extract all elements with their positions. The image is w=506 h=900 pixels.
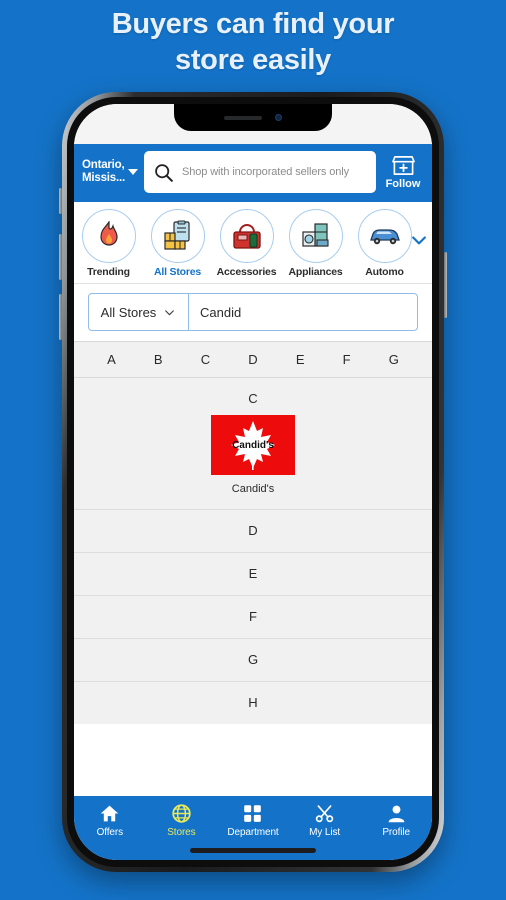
tab-label: Department bbox=[227, 827, 279, 838]
tab-profile[interactable]: Profile bbox=[363, 803, 429, 838]
filter-row: All Stores Candid bbox=[74, 284, 432, 341]
category-icon-circle bbox=[150, 209, 205, 263]
phone-mockup: Ontario, Missis... Shop with incorporate… bbox=[59, 92, 447, 872]
car-icon bbox=[369, 229, 400, 245]
category-icon-circle bbox=[219, 209, 274, 263]
section-letter: H bbox=[248, 695, 258, 710]
store-section-d: D bbox=[74, 510, 432, 553]
tab-stores[interactable]: Stores bbox=[148, 803, 214, 838]
store-filter-group: All Stores Candid bbox=[88, 293, 418, 331]
category-strip[interactable]: Trending All Stores Accessories Applianc… bbox=[74, 202, 432, 284]
tab-label: Profile bbox=[382, 827, 410, 838]
front-camera-icon bbox=[275, 114, 282, 121]
chevron-down-icon bbox=[127, 169, 138, 175]
category-item-appliances[interactable]: Appliances bbox=[281, 209, 350, 278]
phone-notch bbox=[174, 104, 332, 131]
store-search-input[interactable]: Candid bbox=[189, 294, 417, 330]
follow-label: Follow bbox=[385, 178, 421, 190]
search-placeholder-text: Shop with incorporated sellers only bbox=[181, 166, 350, 178]
location-selector[interactable]: Ontario, Missis... bbox=[82, 159, 138, 185]
section-letter: F bbox=[249, 609, 257, 624]
alphabet-letter-f[interactable]: F bbox=[343, 352, 351, 367]
flame-icon bbox=[99, 221, 118, 246]
alphabet-letter-g[interactable]: G bbox=[389, 352, 399, 367]
section-letter: C bbox=[248, 391, 258, 406]
store-section-g: G bbox=[74, 639, 432, 682]
store-logo: Candid's bbox=[211, 415, 295, 475]
category-item-trending[interactable]: Trending bbox=[74, 209, 143, 278]
category-label: Trending bbox=[87, 266, 130, 278]
location-label-line1: Ontario, bbox=[82, 159, 125, 171]
category-icon-circle bbox=[288, 209, 343, 263]
grid-icon bbox=[244, 805, 262, 822]
category-item-all-stores[interactable]: All Stores bbox=[143, 209, 212, 278]
phone-mute-switch bbox=[59, 188, 62, 214]
chevron-down-icon[interactable] bbox=[409, 230, 429, 250]
phone-volume-up-button bbox=[59, 234, 62, 280]
category-label: Accessories bbox=[216, 266, 277, 278]
promo-headline: Buyers can find your store easily bbox=[0, 6, 506, 78]
earpiece-speaker-icon bbox=[224, 115, 262, 120]
phone-bezel: Ontario, Missis... Shop with incorporate… bbox=[67, 97, 439, 867]
phone-screen: Ontario, Missis... Shop with incorporate… bbox=[74, 104, 432, 860]
appliances-icon bbox=[301, 223, 329, 247]
alphabet-letter-a[interactable]: A bbox=[107, 352, 116, 367]
home-indicator bbox=[190, 848, 316, 853]
store-type-select[interactable]: All Stores bbox=[89, 294, 189, 330]
chevron-down-icon bbox=[165, 309, 175, 315]
store-search-value: Candid bbox=[200, 304, 242, 320]
category-label: Appliances bbox=[288, 266, 343, 278]
category-label: All Stores bbox=[153, 266, 201, 278]
alphabet-letter-c[interactable]: C bbox=[201, 352, 210, 367]
clipboard-boxes-icon bbox=[163, 220, 190, 250]
bottom-tab-bar: Offers Stores Department My List Profile bbox=[74, 796, 432, 860]
tab-label: Stores bbox=[167, 827, 196, 838]
app-header: Ontario, Missis... Shop with incorporate… bbox=[74, 144, 432, 202]
alphabet-letter-e[interactable]: E bbox=[296, 352, 305, 367]
location-label-line2: Missis... bbox=[82, 172, 125, 184]
tab-department[interactable]: Department bbox=[220, 803, 286, 838]
tab-label: Offers bbox=[96, 827, 124, 838]
alphabet-letter-d[interactable]: D bbox=[248, 352, 257, 367]
store-list[interactable]: C Candid's Candid's D E F G H bbox=[74, 378, 432, 724]
alphabet-letter-b[interactable]: B bbox=[154, 352, 163, 367]
phone-power-button bbox=[444, 252, 447, 318]
category-icon-circle bbox=[81, 209, 136, 263]
promo-headline-line2: store easily bbox=[175, 44, 331, 76]
phone-volume-down-button bbox=[59, 294, 62, 340]
search-icon bbox=[155, 163, 173, 182]
home-icon bbox=[101, 805, 119, 822]
store-section-h: H bbox=[74, 682, 432, 724]
store-logo-text: Candid's bbox=[232, 440, 274, 451]
tab-offers[interactable]: Offers bbox=[77, 803, 143, 838]
store-card-candids[interactable]: Candid's Candid's bbox=[74, 415, 432, 509]
section-letter: D bbox=[248, 523, 258, 538]
store-name: Candid's bbox=[231, 483, 275, 495]
person-icon bbox=[388, 805, 405, 823]
search-input[interactable]: Shop with incorporated sellers only bbox=[143, 151, 376, 193]
store-section-c: C Candid's Candid's bbox=[74, 378, 432, 510]
store-section-f: F bbox=[74, 596, 432, 639]
scissors-icon bbox=[315, 805, 334, 823]
category-label: Automo bbox=[365, 266, 404, 278]
handbag-icon bbox=[232, 224, 261, 249]
follow-store-button[interactable]: Follow bbox=[382, 154, 424, 190]
maple-leaf-icon: Candid's bbox=[231, 421, 275, 470]
alphabet-index[interactable]: A B C D E F G bbox=[74, 341, 432, 378]
store-type-select-value: All Stores bbox=[100, 304, 157, 320]
tab-my-list[interactable]: My List bbox=[292, 803, 358, 838]
tab-label: My List bbox=[309, 827, 341, 838]
section-letter: G bbox=[247, 652, 259, 667]
promo-headline-line1: Buyers can find your bbox=[111, 8, 395, 40]
globe-icon bbox=[172, 804, 191, 823]
category-icon-circle bbox=[357, 209, 412, 263]
store-section-e: E bbox=[74, 553, 432, 596]
section-letter: E bbox=[248, 566, 258, 581]
category-item-accessories[interactable]: Accessories bbox=[212, 209, 281, 278]
store-plus-icon bbox=[391, 156, 415, 175]
